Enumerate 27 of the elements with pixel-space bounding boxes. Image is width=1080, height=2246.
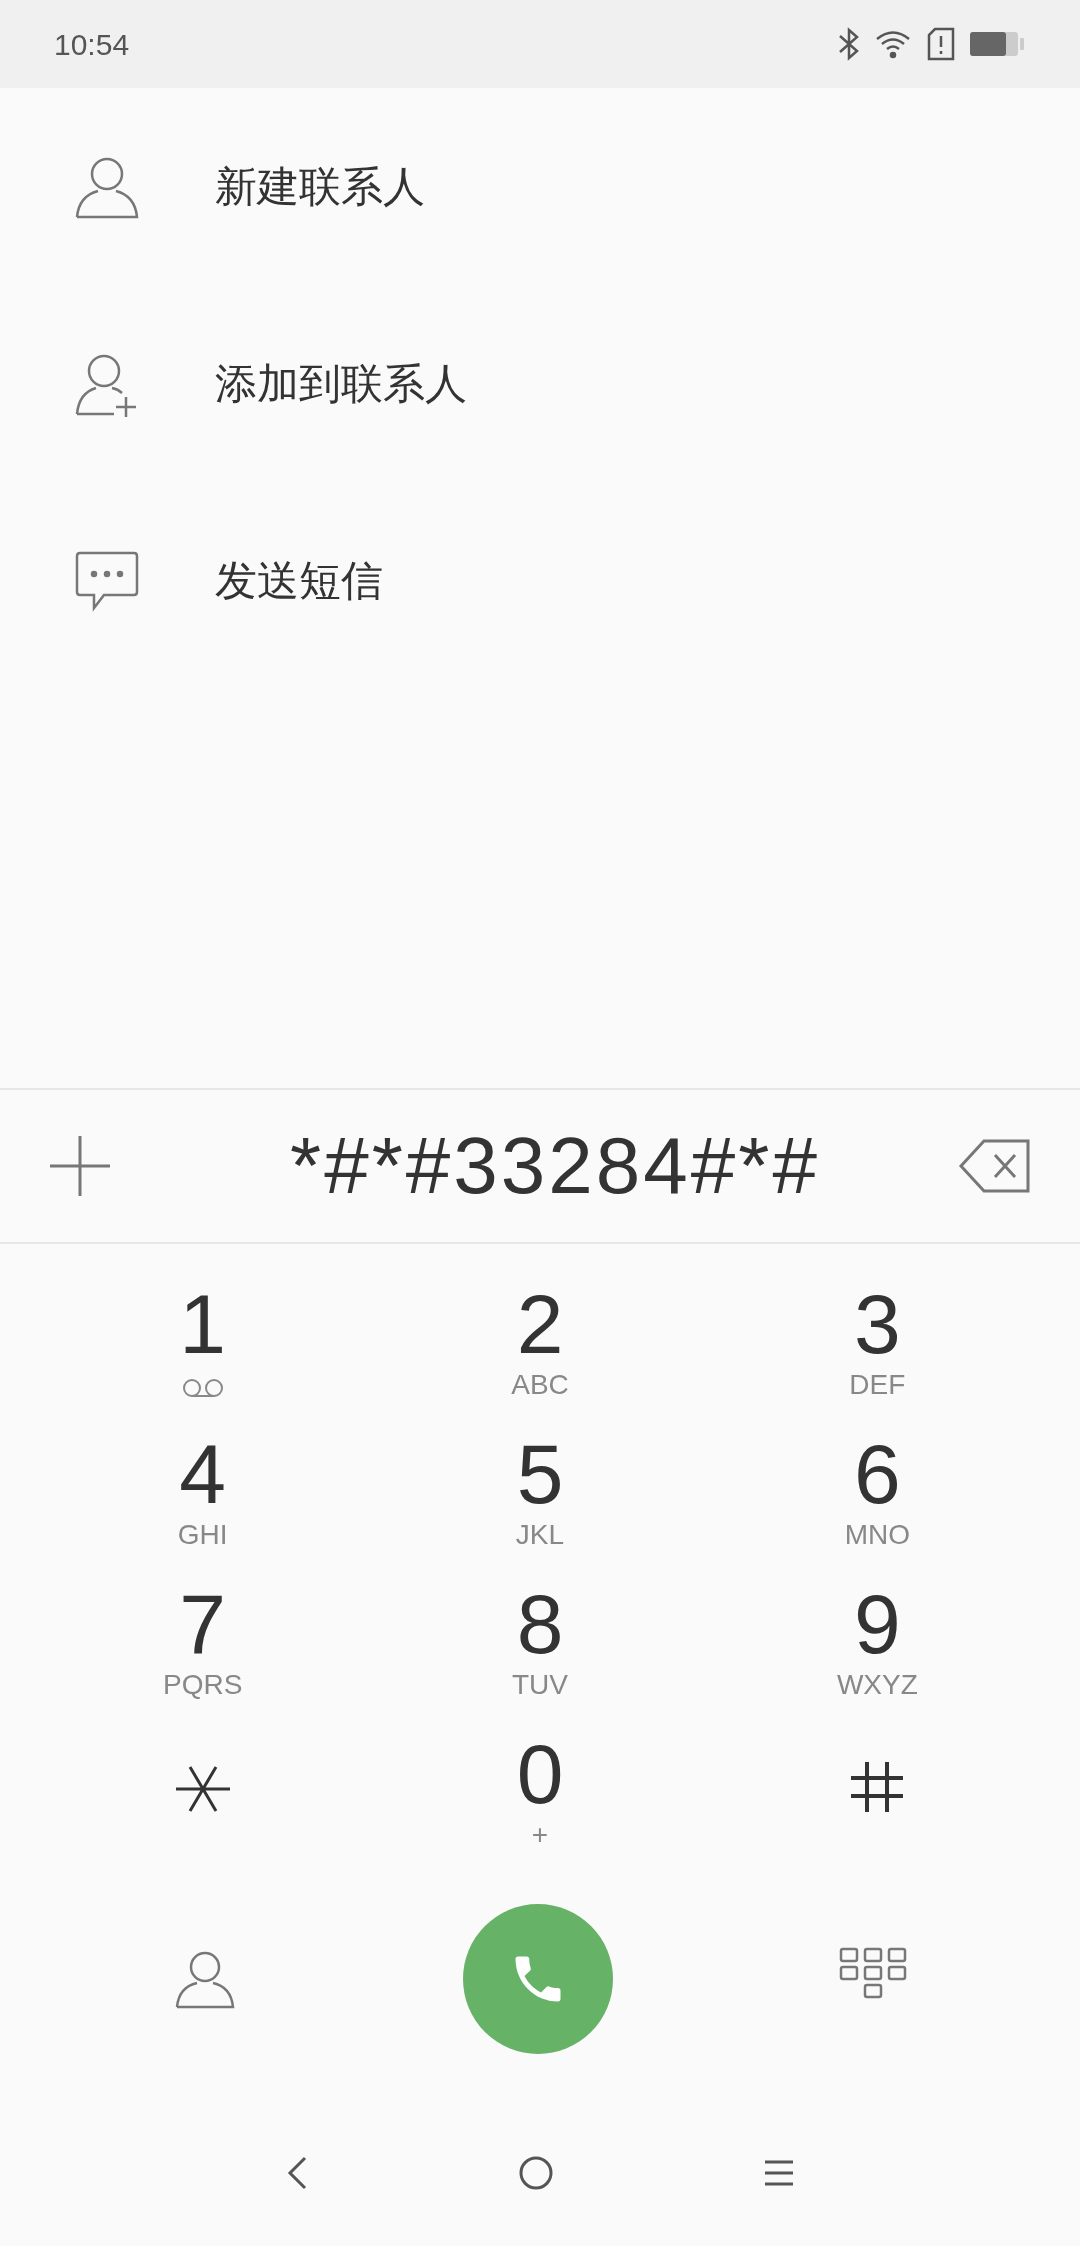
dial-key[interactable]: 1 bbox=[34, 1280, 372, 1430]
dial-key[interactable]: 8 TUV bbox=[371, 1580, 709, 1730]
dial-key[interactable]: 2 ABC bbox=[371, 1280, 709, 1430]
dial-key[interactable]: 4 GHI bbox=[34, 1430, 372, 1580]
menu-item[interactable]: 新建联系人 bbox=[0, 88, 1080, 285]
dial-key[interactable]: 5 JKL bbox=[371, 1430, 709, 1580]
home-icon[interactable] bbox=[518, 2155, 554, 2191]
menu-item[interactable]: 添加到联系人 bbox=[0, 285, 1080, 482]
voicemail-icon bbox=[180, 1378, 225, 1398]
battery-icon bbox=[970, 30, 1026, 58]
dial-key[interactable]: 7 PQRS bbox=[34, 1580, 372, 1730]
menu-icon[interactable] bbox=[763, 2159, 796, 2187]
bluetooth-icon bbox=[838, 26, 860, 62]
wifi-icon bbox=[874, 29, 912, 59]
add-icon[interactable] bbox=[48, 1134, 112, 1198]
dial-key[interactable]: 0 + bbox=[371, 1730, 709, 1880]
message-icon bbox=[74, 549, 140, 612]
menu-item[interactable]: 发送短信 bbox=[0, 482, 1080, 679]
sim-alert-icon bbox=[926, 27, 956, 61]
dial-key[interactable]: 6 MNO bbox=[708, 1430, 1046, 1580]
hash-icon bbox=[851, 1760, 904, 1814]
dialed-number-field[interactable]: *#*#33284#*# bbox=[250, 1126, 820, 1206]
status-time: 10:54 bbox=[54, 26, 130, 63]
asterisk-icon bbox=[175, 1764, 230, 1814]
dial-key[interactable]: 3 DEF bbox=[708, 1280, 1046, 1430]
backspace-icon[interactable] bbox=[958, 1138, 1032, 1194]
dial-key[interactable]: 9 WXYZ bbox=[708, 1580, 1046, 1730]
